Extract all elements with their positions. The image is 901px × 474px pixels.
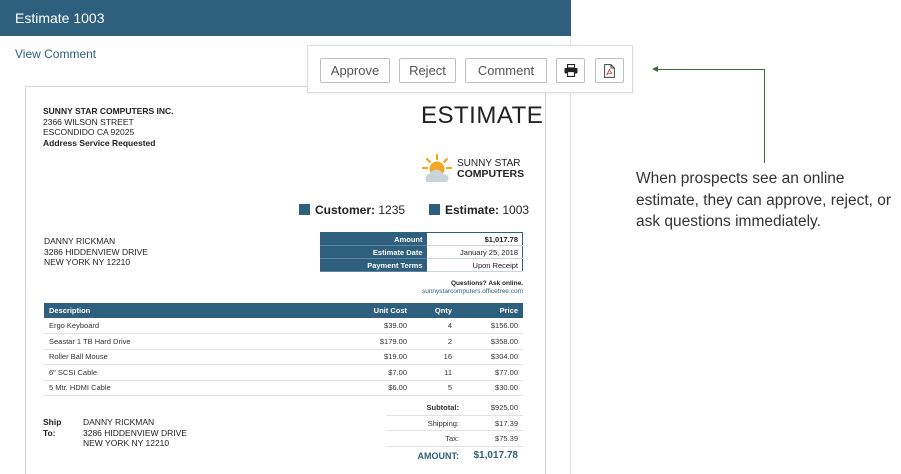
subtotal-row: Subtotal: $925.00 <box>386 400 523 416</box>
table-row: Ergo Keyboard $39.00 4 $156.00 <box>44 318 523 334</box>
item-description: 6" SCSI Cable <box>44 364 342 381</box>
shipping-value: $17.39 <box>495 418 518 428</box>
item-unit-cost: $6.00 <box>342 380 412 396</box>
item-unit-cost: $179.00 <box>342 333 412 350</box>
tax-label: Tax: <box>445 434 459 443</box>
customer-tag: Customer: 1235 <box>299 203 405 217</box>
item-qnty: 11 <box>412 364 457 381</box>
company-logo: SUNNY STAR COMPUTERS <box>421 153 531 189</box>
item-description: Roller Ball Mouse <box>44 349 342 365</box>
shipping-row: Shipping: $17.39 <box>386 416 523 431</box>
questions-url: sunnystarcomputers.officetree.com <box>421 287 523 295</box>
customer-tag-label: Customer: <box>315 203 376 217</box>
item-price: $77.00 <box>457 364 523 381</box>
subtotal-value: $925.00 <box>490 403 518 412</box>
item-unit-cost: $7.00 <box>342 364 412 381</box>
view-comment-link[interactable]: View Comment <box>15 47 96 61</box>
ship-to-street: 3286 HIDDENVIEW DRIVE <box>83 427 187 438</box>
summary-label: Payment Terms <box>320 258 427 272</box>
summary-row: Estimate Date January 25, 2018 <box>320 245 523 259</box>
item-price: $30.00 <box>457 380 523 396</box>
table-row: 5 Mtr. HDMI Cable $6.00 5 $30.00 <box>44 380 523 396</box>
summary-value: $1,017.78 <box>426 232 523 246</box>
sender-street: 2366 WILSON STREET <box>43 116 134 127</box>
col-qnty: Qnty <box>412 303 457 318</box>
item-qnty: 2 <box>412 333 457 350</box>
customer-street: 3286 HIDDENVIEW DRIVE <box>44 246 148 257</box>
connector-line <box>656 69 765 70</box>
sender-company: SUNNY STAR COMPUTERS INC. <box>43 106 174 116</box>
customer-name: DANNY RICKMAN <box>44 236 116 246</box>
shipping-label: Shipping: <box>427 418 459 428</box>
customer-address: DANNY RICKMAN 3286 HIDDENVIEW DRIVE NEW … <box>44 236 148 268</box>
printer-icon <box>564 64 577 77</box>
ship-to-label: Ship To: <box>43 417 62 438</box>
sender-city: ESCONDIDO CA 92025 <box>43 127 135 137</box>
amount-row: AMOUNT: $1,017.78 <box>386 447 523 465</box>
ship-to-address: DANNY RICKMAN 3286 HIDDENVIEW DRIVE NEW … <box>83 417 187 449</box>
pdf-icon <box>604 63 615 78</box>
tag-square-icon <box>429 204 440 215</box>
amount-label: AMOUNT: <box>417 450 460 461</box>
estimate-document: SUNNY STAR COMPUTERS INC. 2366 WILSON ST… <box>25 86 546 474</box>
summary-label: Estimate Date <box>320 245 427 259</box>
subtotal-label: Subtotal: <box>426 403 460 412</box>
questions-note: Questions? Ask online. sunnystarcomputer… <box>326 280 523 295</box>
col-price: Price <box>457 303 523 318</box>
col-description: Description <box>44 303 342 318</box>
item-description: Ergo Keyboard <box>44 318 342 334</box>
ship-to-name: DANNY RICKMAN <box>83 417 155 427</box>
action-toolbar: Approve Reject Comment <box>307 45 633 93</box>
item-description: 5 Mtr. HDMI Cable <box>44 380 342 396</box>
item-unit-cost: $39.00 <box>342 318 412 334</box>
summary-value: Upon Receipt <box>426 258 523 272</box>
amount-value: $1,017.78 <box>473 449 519 461</box>
item-price: $304.00 <box>457 349 523 365</box>
approve-button[interactable]: Approve <box>320 58 390 83</box>
sender-note: Address Service Requested <box>43 137 156 148</box>
item-description: Seastar 1 TB Hard Drive <box>44 333 342 350</box>
print-button[interactable] <box>556 58 585 83</box>
totals-block: Subtotal: $925.00 Shipping: $17.39 Tax: … <box>386 400 523 465</box>
summary-row: Amount $1,017.78 <box>320 232 523 246</box>
window-title: Estimate 1003 <box>0 0 571 36</box>
table-row: 6" SCSI Cable $7.00 11 $77.00 <box>44 364 523 381</box>
estimate-tag-value: 1003 <box>502 203 530 217</box>
document-title: ESTIMATE <box>421 102 544 129</box>
table-row: Seastar 1 TB Hard Drive $179.00 2 $358.0… <box>44 333 523 350</box>
pdf-button[interactable] <box>595 58 624 83</box>
ship-to-city: NEW YORK NY 12210 <box>83 438 170 448</box>
summary-row: Payment Terms Upon Receipt <box>320 258 523 272</box>
logo-line2: COMPUTERS <box>457 168 525 180</box>
item-qnty: 4 <box>412 318 457 334</box>
sender-address: SUNNY STAR COMPUTERS INC. 2366 WILSON ST… <box>43 106 174 148</box>
col-unit-cost: Unit Cost <box>342 303 412 318</box>
summary-label: Amount <box>320 232 427 246</box>
callout-text: When prospects see an online estimate, t… <box>636 170 892 230</box>
questions-line: Questions? Ask online. <box>451 280 523 287</box>
customer-city: NEW YORK NY 12210 <box>44 257 131 267</box>
tag-square-icon <box>299 204 310 215</box>
line-items-header: Description Unit Cost Qnty Price <box>44 303 523 318</box>
item-qnty: 5 <box>412 380 457 396</box>
comment-button[interactable]: Comment <box>465 58 547 83</box>
item-price: $358.00 <box>457 333 523 350</box>
item-unit-cost: $19.00 <box>342 349 412 365</box>
tax-value: $75.39 <box>495 434 518 443</box>
estimate-tag: Estimate: 1003 <box>429 203 529 217</box>
reject-button[interactable]: Reject <box>399 58 456 83</box>
line-items-table: Description Unit Cost Qnty Price Ergo Ke… <box>44 303 523 396</box>
summary-value: January 25, 2018 <box>426 245 523 259</box>
table-row: Roller Ball Mouse $19.00 16 $304.00 <box>44 349 523 365</box>
tax-row: Tax: $75.39 <box>386 431 523 447</box>
sun-cloud-icon <box>421 153 453 182</box>
estimate-tag-label: Estimate: <box>445 203 500 217</box>
item-price: $156.00 <box>457 318 523 334</box>
item-qnty: 16 <box>412 349 457 365</box>
summary-table: Amount $1,017.78 Estimate Date January 2… <box>320 232 523 272</box>
connector-line <box>764 69 765 163</box>
customer-tag-value: 1235 <box>378 203 406 217</box>
